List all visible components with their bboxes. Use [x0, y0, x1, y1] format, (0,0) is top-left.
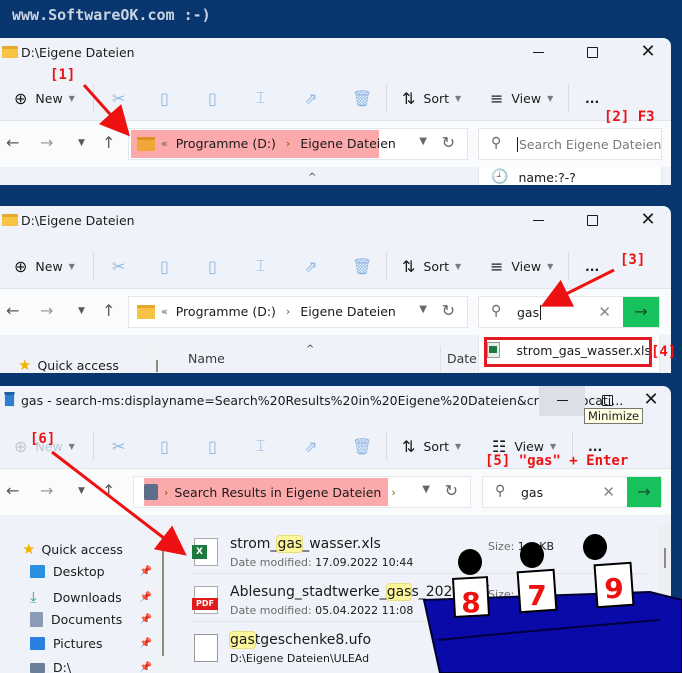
judge-score: 7: [527, 579, 546, 612]
judge-score: 9: [604, 572, 623, 605]
judge-1: 8: [451, 549, 491, 619]
judges-cartoon: 8 7 9: [422, 534, 682, 673]
judge-2: 7: [516, 542, 558, 614]
judge-score: 8: [461, 586, 480, 619]
